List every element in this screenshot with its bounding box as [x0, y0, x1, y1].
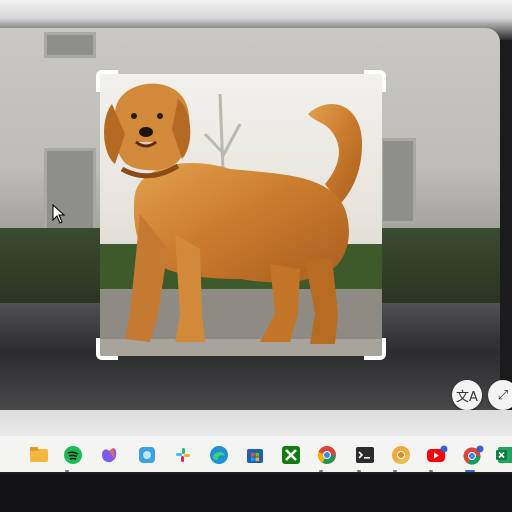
translate-button[interactable]: 文A — [452, 380, 482, 410]
crop-selection[interactable] — [96, 70, 386, 360]
crop-handle-top-left[interactable] — [96, 70, 118, 92]
xbox-icon[interactable] — [280, 444, 302, 466]
monitor-bezel-bottom — [0, 474, 512, 512]
dog-photo — [100, 74, 382, 356]
running-indicator — [393, 470, 397, 472]
image-viewer — [0, 28, 500, 410]
chrome-canary-icon[interactable] — [390, 444, 412, 466]
file-explorer-icon[interactable] — [28, 444, 50, 466]
excel-icon[interactable] — [494, 444, 512, 466]
photos-icon[interactable] — [136, 444, 158, 466]
microsoft-store-icon[interactable] — [244, 444, 266, 466]
crop-handle-bottom-right[interactable] — [364, 338, 386, 360]
slack-icon[interactable] — [172, 444, 194, 466]
crop-handle-bottom-left[interactable] — [96, 338, 118, 360]
running-indicator — [357, 470, 361, 472]
mouse-cursor-icon — [52, 204, 66, 224]
running-indicator — [429, 470, 433, 472]
background-window — [44, 32, 96, 58]
running-indicator — [319, 470, 323, 472]
chrome-icon[interactable] — [316, 444, 338, 466]
running-indicator — [65, 470, 69, 472]
expand-icon: ⤢ — [497, 387, 509, 403]
edge-icon[interactable] — [208, 444, 230, 466]
expand-button[interactable]: ⤢ — [488, 380, 512, 410]
chrome-profile-icon[interactable] — [462, 444, 484, 466]
crop-handle-top-right[interactable] — [364, 70, 386, 92]
youtube-icon[interactable] — [426, 444, 448, 466]
translate-icon: 文A — [456, 389, 478, 405]
copilot-icon[interactable] — [98, 444, 120, 466]
terminal-icon[interactable] — [354, 444, 376, 466]
spotify-icon[interactable] — [62, 444, 84, 466]
background-window — [380, 138, 416, 224]
active-app-indicator — [465, 470, 475, 472]
